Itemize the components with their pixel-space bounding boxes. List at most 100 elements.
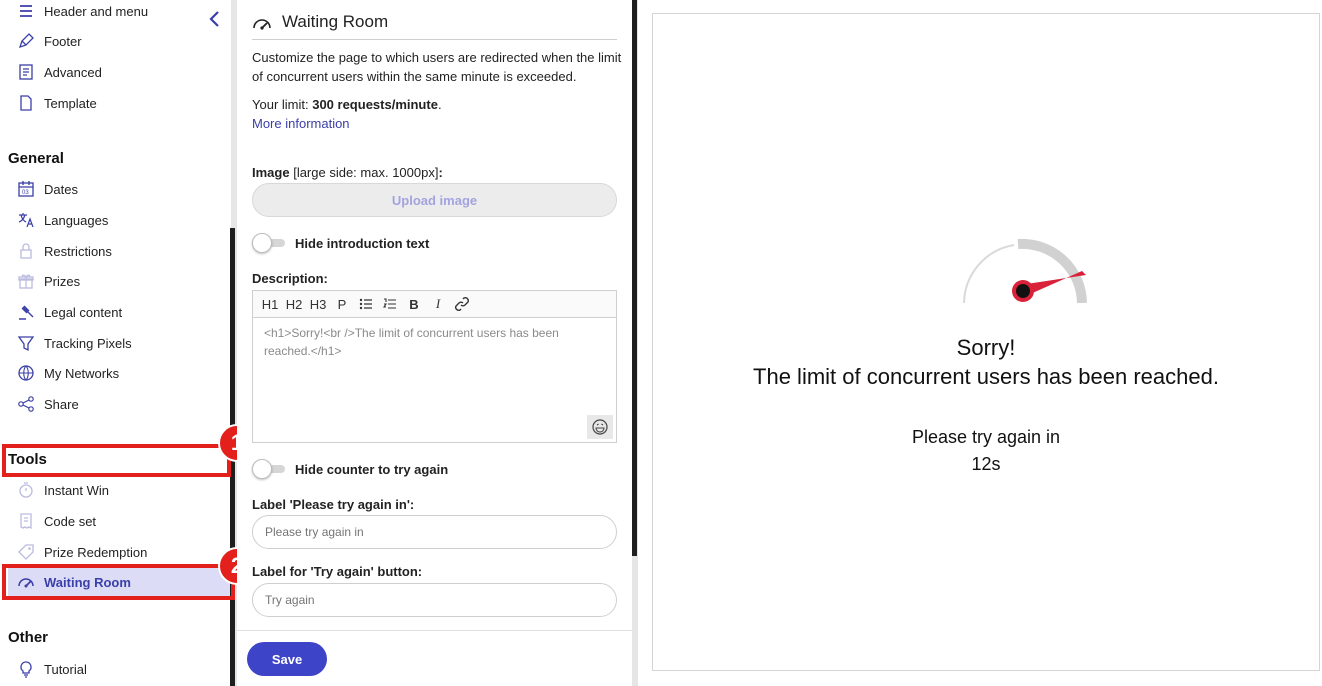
limit-suffix: . bbox=[437, 97, 442, 112]
sidebar-item-legal-content[interactable]: Legal content bbox=[8, 297, 230, 327]
menu-icon bbox=[8, 2, 44, 20]
image-label: Image [large side: max. 1000px]: bbox=[252, 165, 443, 180]
sidebar-item-instant-win[interactable]: Instant Win bbox=[8, 475, 230, 505]
panel-title-text: Waiting Room bbox=[282, 12, 389, 31]
stopwatch-icon bbox=[8, 481, 44, 499]
sidebar-item-label: Tutorial bbox=[44, 661, 87, 677]
receipt-icon bbox=[8, 512, 44, 530]
hide-intro-toggle[interactable] bbox=[252, 233, 285, 253]
sidebar-item-header-and-menu[interactable]: Header and menu bbox=[8, 0, 230, 26]
upload-image-button[interactable]: Upload image bbox=[252, 183, 617, 217]
hide-intro-label: Hide introduction text bbox=[295, 235, 430, 251]
sidebar-item-label: Code set bbox=[44, 513, 97, 529]
bullet-list-button[interactable] bbox=[354, 293, 378, 315]
gift-icon bbox=[8, 272, 44, 290]
more-information-link[interactable]: More information bbox=[252, 114, 350, 133]
sidebar-item-label: Template bbox=[44, 95, 97, 111]
sidebar-item-restrictions[interactable]: Restrictions bbox=[8, 236, 230, 266]
tag-icon bbox=[8, 543, 44, 561]
sidebar-item-label: Advanced bbox=[44, 64, 102, 80]
image-label-text: Image bbox=[252, 165, 290, 180]
italic-button[interactable]: I bbox=[426, 293, 450, 315]
sidebar-item-label: Tracking Pixels bbox=[44, 335, 132, 351]
hide-counter-toggle[interactable] bbox=[252, 459, 285, 479]
code-document-icon bbox=[8, 63, 44, 81]
sidebar-item-label: Header and menu bbox=[44, 3, 149, 19]
description-textarea[interactable]: <h1>Sorry!<br />The limit of concurrent … bbox=[253, 318, 616, 442]
bullet-list-icon bbox=[359, 298, 372, 310]
hide-counter-toggle-row: Hide counter to try again bbox=[252, 459, 448, 479]
sidebar-item-label: Prize Redemption bbox=[44, 544, 148, 560]
document-icon bbox=[8, 94, 44, 112]
editor-scrollbar[interactable] bbox=[632, 0, 637, 556]
sidebar: Header and menu Footer Advanced Template… bbox=[0, 0, 231, 686]
sidebar-item-label: Instant Win bbox=[44, 482, 110, 498]
try-again-button-input[interactable] bbox=[252, 583, 617, 617]
calendar-icon: 03 bbox=[8, 180, 44, 198]
sidebar-item-languages[interactable]: Languages bbox=[8, 205, 230, 235]
lightbulb-icon bbox=[8, 660, 44, 678]
speedometer-icon bbox=[8, 573, 44, 591]
translate-icon bbox=[8, 211, 44, 229]
editor-toolbar: H1 H2 H3 P B I bbox=[253, 291, 616, 318]
numbered-list-button[interactable] bbox=[378, 293, 402, 315]
sidebar-item-my-networks[interactable]: My Networks bbox=[8, 358, 230, 388]
section-title-general: General bbox=[8, 150, 64, 167]
sidebar-item-label: Footer bbox=[44, 33, 82, 49]
h1-button[interactable]: H1 bbox=[258, 293, 282, 315]
preview-heading-line1: Sorry! bbox=[956, 335, 1016, 360]
preview-heading-line2: The limit of concurrent users has been r… bbox=[753, 364, 1219, 389]
lock-icon bbox=[8, 242, 44, 260]
sidebar-item-advanced[interactable]: Advanced bbox=[8, 57, 230, 87]
sidebar-item-prizes[interactable]: Prizes bbox=[8, 266, 230, 296]
save-button[interactable]: Save bbox=[247, 642, 327, 676]
description-label: Description: bbox=[252, 271, 328, 286]
filter-icon bbox=[8, 334, 44, 352]
brush-icon bbox=[8, 32, 44, 50]
image-label-colon: : bbox=[438, 165, 443, 180]
paragraph-button[interactable]: P bbox=[330, 293, 354, 315]
waiting-room-preview: Sorry! The limit of concurrent users has… bbox=[652, 13, 1320, 671]
sidebar-item-code-set[interactable]: Code set bbox=[8, 506, 230, 536]
limit-prefix: Your limit: bbox=[252, 97, 313, 112]
editor-footer: Save bbox=[237, 630, 632, 686]
sidebar-item-template[interactable]: Template bbox=[8, 88, 230, 118]
speedometer-icon bbox=[963, 238, 1087, 304]
sidebar-item-label: Share bbox=[44, 396, 79, 412]
try-again-in-label: Label 'Please try again in': bbox=[252, 497, 415, 512]
try-again-button-label: Label for 'Try again' button: bbox=[252, 564, 423, 579]
link-button[interactable] bbox=[450, 293, 474, 315]
sidebar-item-share[interactable]: Share bbox=[8, 389, 230, 419]
link-icon bbox=[455, 297, 469, 311]
sidebar-item-label: Languages bbox=[44, 212, 109, 228]
sidebar-item-tracking-pixels[interactable]: Tracking Pixels bbox=[8, 328, 230, 358]
sidebar-item-tutorial[interactable]: Tutorial bbox=[8, 654, 230, 684]
sidebar-item-prize-redemption[interactable]: Prize Redemption bbox=[8, 537, 230, 567]
sidebar-item-label: Waiting Room bbox=[44, 574, 131, 590]
gavel-icon bbox=[8, 303, 44, 321]
sidebar-item-label: Dates bbox=[44, 181, 78, 197]
globe-icon bbox=[8, 364, 44, 382]
emoji-button[interactable] bbox=[587, 415, 613, 439]
sidebar-item-footer[interactable]: Footer bbox=[8, 26, 230, 56]
h2-button[interactable]: H2 bbox=[282, 293, 306, 315]
emoji-icon bbox=[592, 419, 608, 435]
sidebar-item-waiting-room[interactable]: Waiting Room bbox=[8, 567, 230, 597]
numbered-list-icon bbox=[383, 298, 396, 309]
sidebar-item-label: Legal content bbox=[44, 304, 123, 320]
sidebar-item-label: Prizes bbox=[44, 273, 81, 289]
sidebar-item-label: My Networks bbox=[44, 365, 120, 381]
panel-title: Waiting Room bbox=[252, 12, 617, 40]
try-again-in-input[interactable] bbox=[252, 515, 617, 549]
h3-button[interactable]: H3 bbox=[306, 293, 330, 315]
sidebar-item-dates[interactable]: 03 Dates bbox=[8, 174, 230, 204]
preview-countdown: 12s bbox=[971, 454, 1001, 474]
svg-text:03: 03 bbox=[22, 190, 29, 196]
sidebar-item-label: Restrictions bbox=[44, 243, 112, 259]
preview-area: Sorry! The limit of concurrent users has… bbox=[638, 0, 1322, 686]
bold-button[interactable]: B bbox=[402, 293, 426, 315]
section-title-tools: Tools bbox=[8, 451, 47, 468]
speedometer-icon bbox=[253, 19, 271, 30]
editor-panel: Waiting Room Customize the page to which… bbox=[237, 0, 632, 686]
description-value: <h1>Sorry!<br />The limit of concurrent … bbox=[264, 326, 559, 358]
